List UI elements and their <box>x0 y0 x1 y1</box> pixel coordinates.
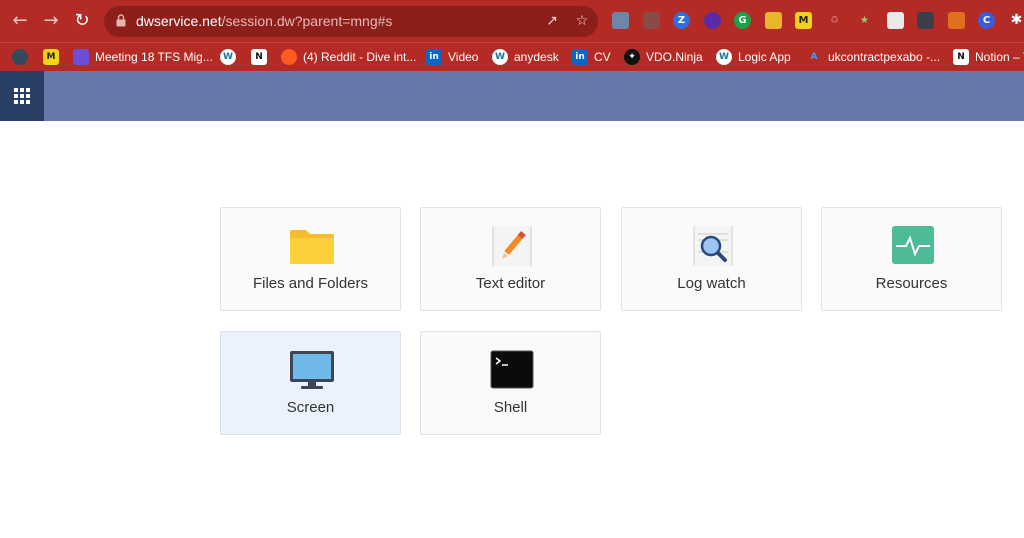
bookmark-reddit[interactable]: (4) Reddit - Dive int... <box>281 48 416 66</box>
bookmark-meeting[interactable]: Meeting 18 TFS Mig... <box>73 48 213 66</box>
bookmark-label: Video <box>448 50 479 64</box>
tile-label: Log watch <box>677 275 746 292</box>
back-arrow-icon[interactable]: ← <box>8 9 32 33</box>
ninja-star-icon: ✦ <box>624 49 640 65</box>
tile-files-and-folders[interactable]: Files and Folders <box>220 207 401 311</box>
apps-menu-button[interactable] <box>0 71 44 121</box>
bookmark-label: (4) Reddit - Dive int... <box>303 50 417 64</box>
folder-icon <box>290 230 334 264</box>
extension-camera-icon[interactable] <box>643 12 660 29</box>
url-path: /session.dw?parent=mng#s <box>221 13 393 29</box>
tile-resources[interactable]: Resources <box>821 207 1002 311</box>
extension-stack-icon[interactable] <box>948 12 965 29</box>
pencil-icon <box>492 226 532 266</box>
address-bar[interactable]: dwservice.net/session.dw?parent=mng#s ↗ … <box>104 6 598 37</box>
tile-label: Screen <box>286 399 335 416</box>
extension-window-icon[interactable] <box>612 12 629 29</box>
apps-grid-icon <box>14 88 30 104</box>
app-header <box>0 71 1024 121</box>
bookmark-label: anydesk <box>514 50 559 64</box>
wordpress-icon: W <box>220 49 236 65</box>
bookmark-label: Logic App <box>738 50 791 64</box>
extensions-puzzle-icon[interactable]: ✱ <box>1008 12 1024 29</box>
bookmark-vdo-ninja[interactable]: ✦ VDO.Ninja <box>624 48 703 66</box>
bookmark-logic-app[interactable]: W Logic App <box>716 48 791 66</box>
url-text: dwservice.net/session.dw?parent=mng#s <box>136 13 392 29</box>
bookmark-anydesk[interactable]: Wanydesk <box>492 48 559 66</box>
bookmark-0[interactable] <box>12 48 28 66</box>
miro-icon: M <box>43 49 59 65</box>
extension-star-icon[interactable]: ★ <box>856 12 873 29</box>
bookmark-video[interactable]: in Video <box>426 48 478 66</box>
reddit-icon <box>281 49 297 65</box>
bookmark-star-icon[interactable]: ☆ <box>573 12 591 30</box>
shield-icon <box>73 49 89 65</box>
tile-shell[interactable]: Shell <box>420 331 601 435</box>
tile-log-watch[interactable]: Log watch <box>621 207 802 311</box>
bookmark-1[interactable]: M <box>43 48 59 66</box>
tile-text-editor[interactable]: Text editor <box>420 207 601 311</box>
tile-label: Shell <box>493 399 528 416</box>
magnifier-icon <box>693 226 733 266</box>
extension-notes-icon[interactable] <box>765 12 782 29</box>
extension-terminal-icon[interactable] <box>917 12 934 29</box>
notion-icon: N <box>953 49 969 65</box>
bookmark-cv[interactable]: in CV <box>572 48 611 66</box>
bookmark-notion-1[interactable]: N <box>251 48 267 66</box>
bookmark-label: ukcontractpexabo -... <box>828 50 941 64</box>
tile-label: Text editor <box>475 275 546 292</box>
extension-recycle-icon[interactable]: ♻ <box>826 12 843 29</box>
bookmarks-bar: M Meeting 18 TFS Mig... W N (4) Reddit -… <box>0 42 1024 71</box>
url-host: dwservice.net <box>136 13 222 29</box>
forward-arrow-icon[interactable]: → <box>39 9 63 33</box>
bookmark-notion-2[interactable]: N Notion – T <box>953 48 1024 66</box>
wordpress-icon: W <box>492 49 508 65</box>
lock-icon <box>116 14 126 27</box>
bookmark-label: Meeting 18 TFS Mig... <box>95 50 213 64</box>
reload-icon[interactable]: ↻ <box>70 9 94 33</box>
terminal-icon <box>490 350 534 389</box>
notion-icon: N <box>251 49 267 65</box>
linkedin-icon: in <box>572 49 588 65</box>
bookmark-label: CV <box>594 50 611 64</box>
bookmark-label: VDO.Ninja <box>646 50 703 64</box>
extension-c-icon[interactable]: C <box>978 12 995 29</box>
extension-grammarly-icon[interactable]: G <box>734 12 751 29</box>
monitor-icon <box>290 351 334 389</box>
globe-icon <box>12 49 28 65</box>
bookmark-label: Notion – T <box>975 50 1024 64</box>
extension-printer-icon[interactable] <box>887 12 904 29</box>
tile-screen[interactable]: Screen <box>220 331 401 435</box>
tile-label: Resources <box>875 275 948 292</box>
extension-zoom-icon[interactable]: Z <box>673 12 690 29</box>
tile-label: Files and Folders <box>252 275 369 292</box>
bookmark-ukcontract[interactable]: Aukcontractpexabo -... <box>806 48 941 66</box>
share-icon[interactable]: ↗ <box>543 12 561 30</box>
browser-toolbar: ← → ↻ dwservice.net/session.dw?parent=mn… <box>0 0 1024 42</box>
azure-icon: A <box>810 52 818 62</box>
linkedin-icon: in <box>426 49 442 65</box>
extension-miro-icon[interactable]: M <box>795 12 812 29</box>
wordpress-icon: W <box>716 49 732 65</box>
extension-gear-icon[interactable] <box>704 12 721 29</box>
bookmark-wordpress-1[interactable]: W <box>220 48 236 66</box>
pulse-monitor-icon <box>892 226 934 264</box>
